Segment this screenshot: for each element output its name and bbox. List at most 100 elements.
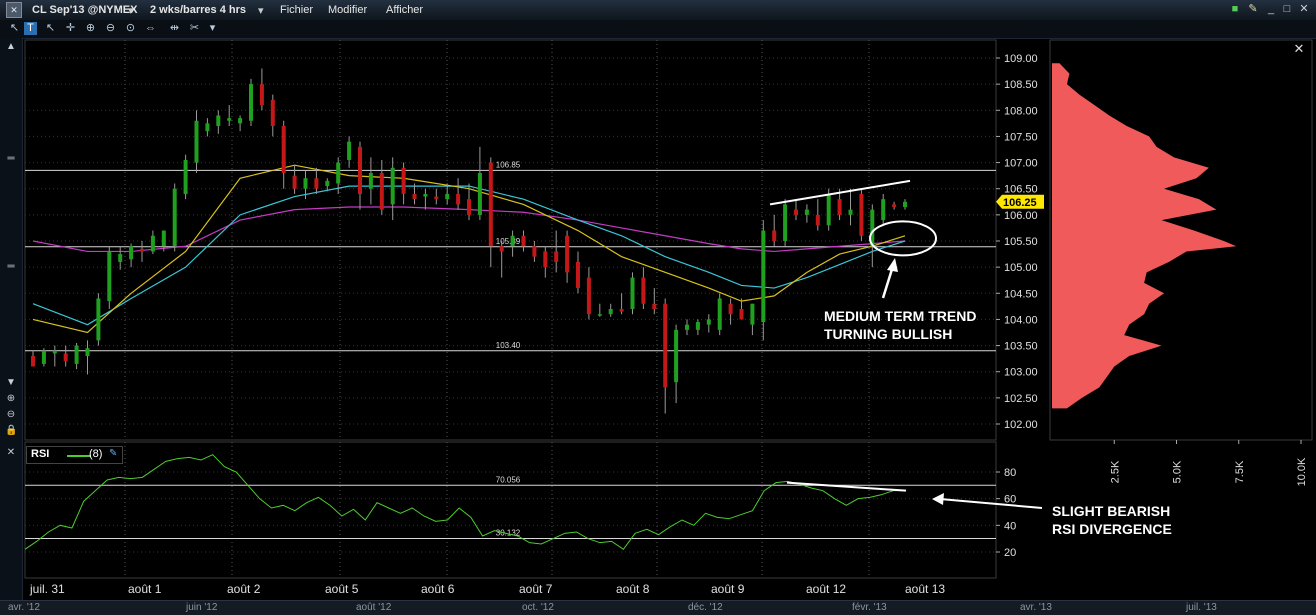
candle-body (586, 277, 591, 315)
candle-body (881, 199, 886, 221)
time-axis-label: août 1 (128, 582, 162, 596)
candle-body (205, 123, 210, 132)
candle-body (401, 167, 406, 194)
time-axis-label: août 9 (711, 582, 745, 596)
candle-body (826, 193, 831, 226)
crossover-ellipse (869, 220, 937, 257)
candle-body (565, 235, 570, 273)
arrow-head (887, 258, 898, 272)
candle-body (107, 251, 112, 302)
candle-body (456, 193, 461, 205)
volume-profile: 2.5K 5.0K 7.5K 10.0K (1052, 63, 1308, 486)
candle-body (292, 175, 297, 189)
navigator-month: déc. '12 (688, 602, 723, 613)
rsi-arrow-shaft (939, 498, 1043, 509)
candle-body (641, 277, 646, 304)
price-tick-label: 103.00 (1004, 367, 1038, 379)
price-tick-label: 103.50 (1004, 341, 1038, 353)
time-axis: juil. 31 août 1 août 2 août 5 août 6 août 7 ao… (29, 582, 945, 596)
candle-body (543, 251, 548, 268)
candle-body (717, 298, 722, 330)
navigator-bar[interactable]: avr. '12 juin '12 août '12 oct. '12 déc.… (0, 600, 1316, 615)
navigator-month: août '12 (356, 602, 392, 613)
candle-body (477, 173, 482, 215)
candle-body (488, 162, 493, 247)
price-axis: 109.00108.50108.00107.50107.00106.50106.… (996, 53, 1044, 431)
candle-body (118, 254, 123, 262)
candle-body (630, 277, 635, 309)
price-tick-label: 108.50 (1004, 79, 1038, 91)
candle-body (96, 298, 101, 341)
settings-icon[interactable]: ✎ (109, 448, 117, 459)
candle-body (347, 141, 352, 160)
candle-body (31, 356, 35, 367)
navigator-month: avr. '12 (8, 602, 40, 613)
rsi-tick-label: 40 (1004, 520, 1016, 532)
candle-body (238, 118, 243, 124)
candle-body (521, 235, 526, 247)
price-tick-label: 106.50 (1004, 184, 1038, 196)
candle-body (685, 324, 689, 330)
candle-body (467, 199, 471, 215)
time-axis-label: août 6 (421, 582, 455, 596)
price-tick-label: 102.50 (1004, 393, 1038, 405)
candle-body (379, 173, 384, 210)
candle-body (739, 308, 744, 320)
annotation-rsi-text: SLIGHT BEARISH (1052, 503, 1170, 519)
rsi-legend[interactable]: RSI (8) ✎ (26, 446, 123, 464)
rsi-param: (8) (89, 448, 103, 460)
candle-body (859, 193, 864, 236)
candle-body (576, 261, 580, 289)
profile-tick-label: 5.0K (1172, 460, 1184, 483)
candle-body (140, 248, 144, 252)
candle-body (445, 193, 450, 200)
candle-body (772, 230, 777, 241)
navigator-month: oct. '12 (522, 602, 554, 613)
price-tick-label: 105.00 (1004, 262, 1038, 274)
candle-body (554, 251, 559, 262)
candle-body (161, 230, 166, 247)
annotation-trend-text: MEDIUM TERM TREND (824, 308, 976, 324)
candle-body (85, 348, 90, 357)
candle-body (194, 120, 199, 163)
candle-body (259, 84, 264, 106)
candle-body (314, 178, 319, 189)
price-tick-label: 107.50 (1004, 131, 1038, 143)
navigator-month: juin '12 (186, 602, 218, 613)
candle-body (129, 246, 134, 260)
volume-profile-area (1052, 63, 1237, 409)
candle-body (532, 246, 537, 257)
time-axis-label: juil. 31 (29, 582, 65, 596)
time-axis-label: août 12 (806, 582, 846, 596)
annotation-trend-text: TURNING BULLISH (824, 326, 952, 342)
candle-body (390, 167, 395, 205)
navigator-month: févr. '13 (852, 602, 887, 613)
time-axis-label: août 2 (227, 582, 261, 596)
rsi-arrow-head (932, 493, 944, 505)
level-label: 103.40 (496, 341, 521, 350)
rsi-title: RSI (31, 448, 50, 460)
candle-body (41, 350, 46, 364)
candle-body (249, 84, 253, 121)
time-axis-label: août 5 (325, 582, 359, 596)
last-price-label: 106.25 (1003, 197, 1037, 209)
price-tick-label: 107.00 (1004, 158, 1038, 170)
candle-body (368, 173, 373, 189)
candle-body (336, 162, 341, 184)
candle-body (728, 303, 733, 315)
rsi-swatch (67, 455, 91, 457)
candle-body (848, 209, 853, 215)
rsi-panel-border (24, 441, 997, 579)
candle-body (281, 125, 286, 174)
candle-body (172, 188, 177, 247)
navigator-month: juil. '13 (1186, 602, 1217, 613)
candle-body (74, 345, 79, 364)
profile-tick-label: 7.5K (1234, 460, 1246, 483)
candle-body (423, 193, 428, 197)
rsi-panel: 70.05630.13280604020 (24, 454, 1016, 559)
price-tick-label: 104.50 (1004, 288, 1038, 300)
candle-body (663, 303, 668, 388)
rsi-trendline (786, 481, 907, 492)
candle-body (674, 329, 679, 383)
candle-body (183, 159, 188, 194)
